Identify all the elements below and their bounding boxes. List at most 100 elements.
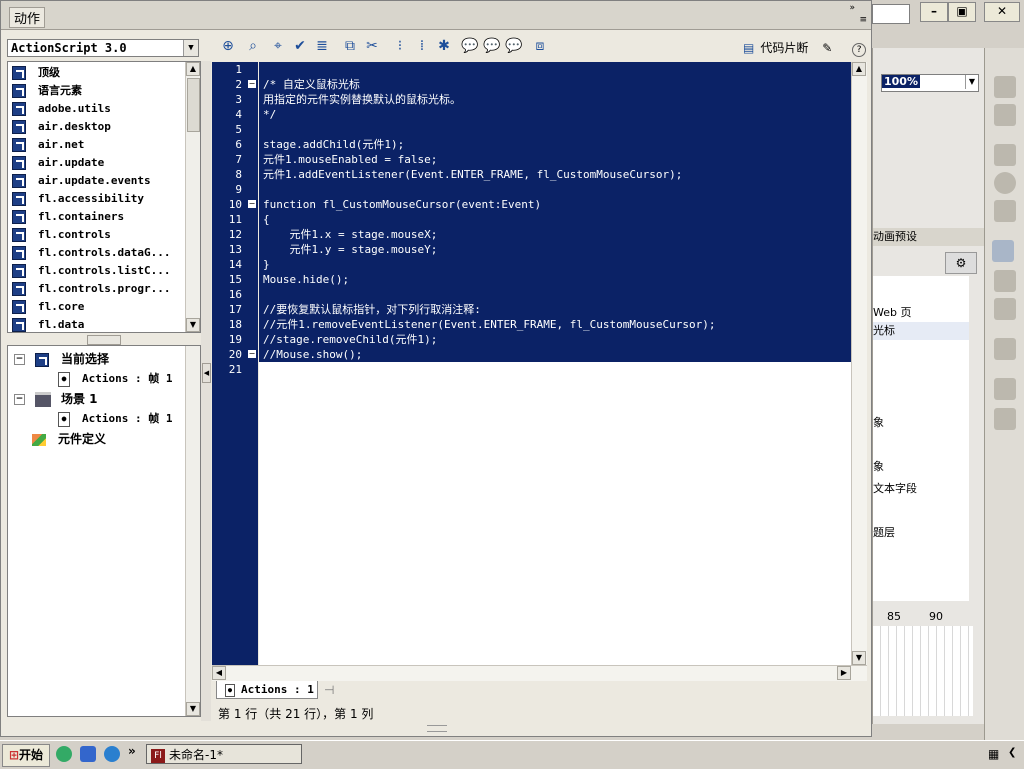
toolbox-item[interactable]: fl.accessibility [12,190,144,208]
language-select[interactable]: ActionScript 3.0 ▼ [7,39,199,57]
code-hint-icon[interactable]: ⧉ [341,38,359,54]
scroll-right-icon[interactable]: ▶ [837,666,851,680]
keyboard-icon[interactable]: ▦ [988,747,999,761]
wand-icon[interactable]: ✎ [822,41,832,55]
browser-icon[interactable] [80,746,96,762]
toolbox-item[interactable]: adobe.utils [12,100,111,118]
toolbox-item[interactable]: fl.controls.progr... [12,280,170,298]
toolbox-item[interactable]: 顶级 [12,64,60,82]
list-item[interactable]: 象 [873,458,884,474]
more-icon[interactable]: » [128,744,136,758]
scroll-up-icon[interactable]: ▲ [186,62,200,76]
list-item[interactable]: 文本字段 [873,480,917,496]
tab-motion-presets[interactable]: 动画预设 [873,230,917,243]
books-icon[interactable] [994,408,1016,430]
script-editor[interactable]: /* 自定义鼠标光标 用指定的元件实例替换默认的鼠标光标。 */ stage.addC… [259,62,851,665]
list-item[interactable]: Web 页 [873,304,911,320]
palette-icon[interactable] [994,76,1016,98]
splitter-handle[interactable] [87,335,121,345]
toolbox-item[interactable]: air.update [12,154,104,172]
tray-arrow-icon[interactable]: ❮ [1008,747,1016,758]
toolbox-item[interactable]: air.update.events [12,172,151,190]
collapse-icon[interactable]: − [14,354,25,365]
collapse-between-braces-icon[interactable]: ⁝ [391,38,409,54]
collapse-icon[interactable]: − [14,394,25,405]
scroll-up-icon[interactable]: ▲ [852,62,866,76]
chevron-down-icon[interactable]: ▼ [183,40,198,56]
collapse-icon[interactable]: » [849,3,855,13]
minimize-button[interactable]: – [920,2,948,22]
fold-toggle-icon[interactable]: − [248,200,256,208]
app-icon[interactable] [104,746,120,762]
toolbox-item[interactable]: fl.containers [12,208,124,226]
code-snippets-button[interactable]: ▤ 代码片断 ✎ ? [743,39,867,57]
background-input[interactable] [872,4,910,24]
toolbox-scrollbar[interactable]: ▲ ▼ [185,62,200,332]
toolbox-item[interactable]: air.desktop [12,118,111,136]
zoom-select[interactable]: 100% ▼ [881,74,979,92]
scroll-down-icon[interactable]: ▼ [852,651,866,665]
list-item[interactable]: 光标 [873,322,969,340]
toolbox-item[interactable]: fl.controls [12,226,111,244]
tree-current-selection[interactable]: − 当前选择 [14,350,109,367]
align-icon[interactable] [994,144,1016,166]
info-icon[interactable] [994,172,1016,194]
toolbox-item[interactable]: fl.controls.listC... [12,262,170,280]
tree-scene[interactable]: − 场景 1 [14,390,98,407]
library-icon[interactable] [994,338,1016,360]
find-icon[interactable]: ⌕ [244,38,262,54]
fold-toggle-icon[interactable]: − [248,80,256,88]
debug-icon[interactable]: ✂ [363,38,381,54]
add-item-icon[interactable]: ⊕ [219,38,237,54]
help-icon[interactable]: ? [852,43,867,57]
chevron-down-icon[interactable]: ▼ [965,75,978,89]
tree-symbol-definitions[interactable]: 元件定义 [32,430,106,447]
collapse-left-icon[interactable]: ◀ [202,363,211,383]
collapse-selection-icon[interactable]: ⁞ [413,38,431,54]
list-item[interactable]: 象 [873,414,884,430]
show-toolbox-icon[interactable]: ⧈ [531,38,549,54]
gear-icon[interactable]: ⚙ [945,252,977,274]
panel-menu-icon[interactable]: ≡ [859,15,867,25]
target-icon[interactable]: ⌖ [269,38,287,54]
restore-button[interactable]: ▣ [948,2,976,22]
scroll-thumb[interactable] [187,78,200,132]
panel-title-bar[interactable]: 动作 » ≡ [1,1,871,30]
editor-vertical-scrollbar[interactable]: ▲ ▼ [851,62,867,665]
check-syntax-icon[interactable]: ✔ [291,38,309,54]
media-player-icon[interactable] [56,746,72,762]
fold-toggle-icon[interactable]: − [248,350,256,358]
expand-all-icon[interactable]: ✱ [435,38,453,54]
grid-icon[interactable] [994,104,1016,126]
toolbox-item[interactable]: fl.core [12,298,84,316]
transform-icon[interactable] [994,200,1016,222]
start-button[interactable]: ⊞开始 [2,744,50,767]
motion-icon[interactable] [994,298,1016,320]
taskbar-item-flash[interactable]: Fl 未命名-1* [146,744,302,764]
scroll-left-icon[interactable]: ◀ [212,666,226,680]
resize-grip[interactable] [427,725,447,732]
toolbox-item[interactable]: fl.data [12,316,84,332]
block-comment-icon[interactable]: 💬 [461,38,479,54]
toolbox-item[interactable]: air.net [12,136,84,154]
project-icon[interactable] [994,378,1016,400]
tree-actions-frame[interactable]: ● Actions : 帧 1 [58,370,172,387]
remove-comment-icon[interactable]: 💬 [505,38,523,54]
list-item[interactable]: 题层 [873,524,895,540]
tab-actions[interactable]: ● Actions : 1 [216,681,318,699]
editor-horizontal-scrollbar[interactable]: ◀ ▶ [212,665,867,681]
timeline-frames[interactable] [873,626,973,716]
vertical-splitter[interactable]: ◀ [201,61,211,721]
pin-icon[interactable]: ⊣ [324,683,334,697]
toolbox-item[interactable]: fl.controls.dataG... [12,244,170,262]
actions-icon[interactable] [992,240,1014,262]
navigator-scrollbar[interactable]: ▼ [185,346,200,716]
close-button[interactable]: ✕ [984,2,1020,22]
toolbox-item[interactable]: 语言元素 [12,82,82,100]
scroll-down-icon[interactable]: ▼ [186,702,200,716]
components-icon[interactable] [994,270,1016,292]
scroll-down-icon[interactable]: ▼ [186,318,200,332]
line-comment-icon[interactable]: 💬 [483,38,501,54]
tree-scene-actions[interactable]: ● Actions : 帧 1 [58,410,172,427]
auto-format-icon[interactable]: ≣ [313,38,331,54]
